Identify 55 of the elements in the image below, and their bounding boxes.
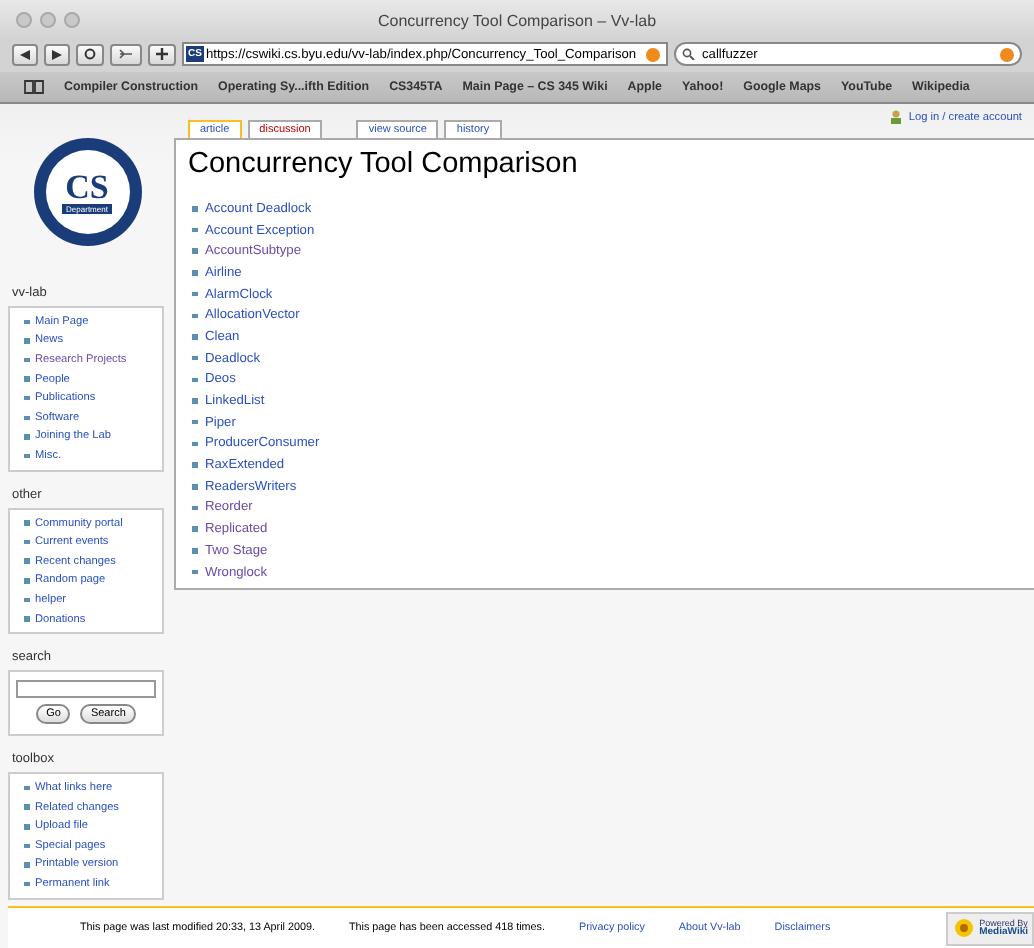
- bullet-icon: [24, 434, 29, 440]
- bullet-icon: [192, 377, 197, 383]
- sunflower-icon: [951, 918, 976, 939]
- bullet-icon: [24, 357, 29, 363]
- reload-icon: [84, 48, 96, 60]
- bullet-icon: [192, 291, 197, 297]
- bullet-icon: [192, 569, 197, 575]
- user-icon: [890, 110, 903, 124]
- bullet-icon: [192, 398, 197, 404]
- left-triangle-icon: [20, 49, 30, 59]
- bullet-icon: [192, 526, 197, 532]
- book-icon[interactable]: [24, 80, 44, 94]
- bullet-icon: [24, 597, 29, 603]
- plus-icon: [156, 48, 168, 60]
- bullet-icon: [192, 206, 197, 212]
- bullet-icon: [24, 785, 29, 791]
- bullet-icon: [24, 539, 29, 545]
- bullet-icon: [192, 227, 197, 233]
- right-triangle-icon: [52, 49, 62, 59]
- page-heading: Concurrency Tool Comparison: [188, 148, 580, 180]
- bullet-icon: [24, 558, 29, 564]
- bullet-icon: [24, 881, 29, 887]
- bullet-icon: [24, 616, 29, 622]
- bullet-icon: [24, 376, 29, 382]
- bullet-icon: [24, 319, 29, 325]
- reload-button[interactable]: [76, 43, 104, 65]
- bullet-icon: [192, 462, 197, 468]
- bullet-icon: [192, 355, 197, 361]
- bullet-icon: [24, 395, 29, 401]
- bullet-icon: [192, 484, 197, 490]
- bullet-icon: [24, 824, 29, 830]
- arrow-icon: [118, 48, 134, 60]
- snapback-button[interactable]: [110, 43, 142, 65]
- bullet-icon: [192, 270, 197, 276]
- bullet-icon: [192, 441, 197, 447]
- search-icon: [682, 48, 696, 60]
- bullet-icon: [24, 415, 29, 421]
- bullet-icon: [24, 453, 29, 459]
- bullet-icon: [192, 248, 197, 254]
- bullet-icon: [24, 843, 29, 849]
- bullet-icon: [192, 548, 197, 554]
- bullet-icon: [24, 578, 29, 584]
- bullet-icon: [192, 334, 197, 340]
- search-input[interactable]: [16, 680, 156, 699]
- window-title: Concurrency Tool Comparison – Vv-lab: [375, 11, 659, 29]
- bullet-icon: [24, 520, 29, 526]
- bullet-icon: [192, 419, 197, 425]
- bullet-icon: [24, 804, 29, 810]
- bullet-icon: [24, 338, 29, 344]
- forward-button[interactable]: [44, 43, 70, 65]
- bullet-icon: [192, 313, 197, 319]
- back-button[interactable]: [12, 43, 38, 65]
- bullet-icon: [24, 862, 29, 868]
- add-bookmark-button[interactable]: [148, 43, 176, 65]
- bullet-icon: [192, 505, 197, 511]
